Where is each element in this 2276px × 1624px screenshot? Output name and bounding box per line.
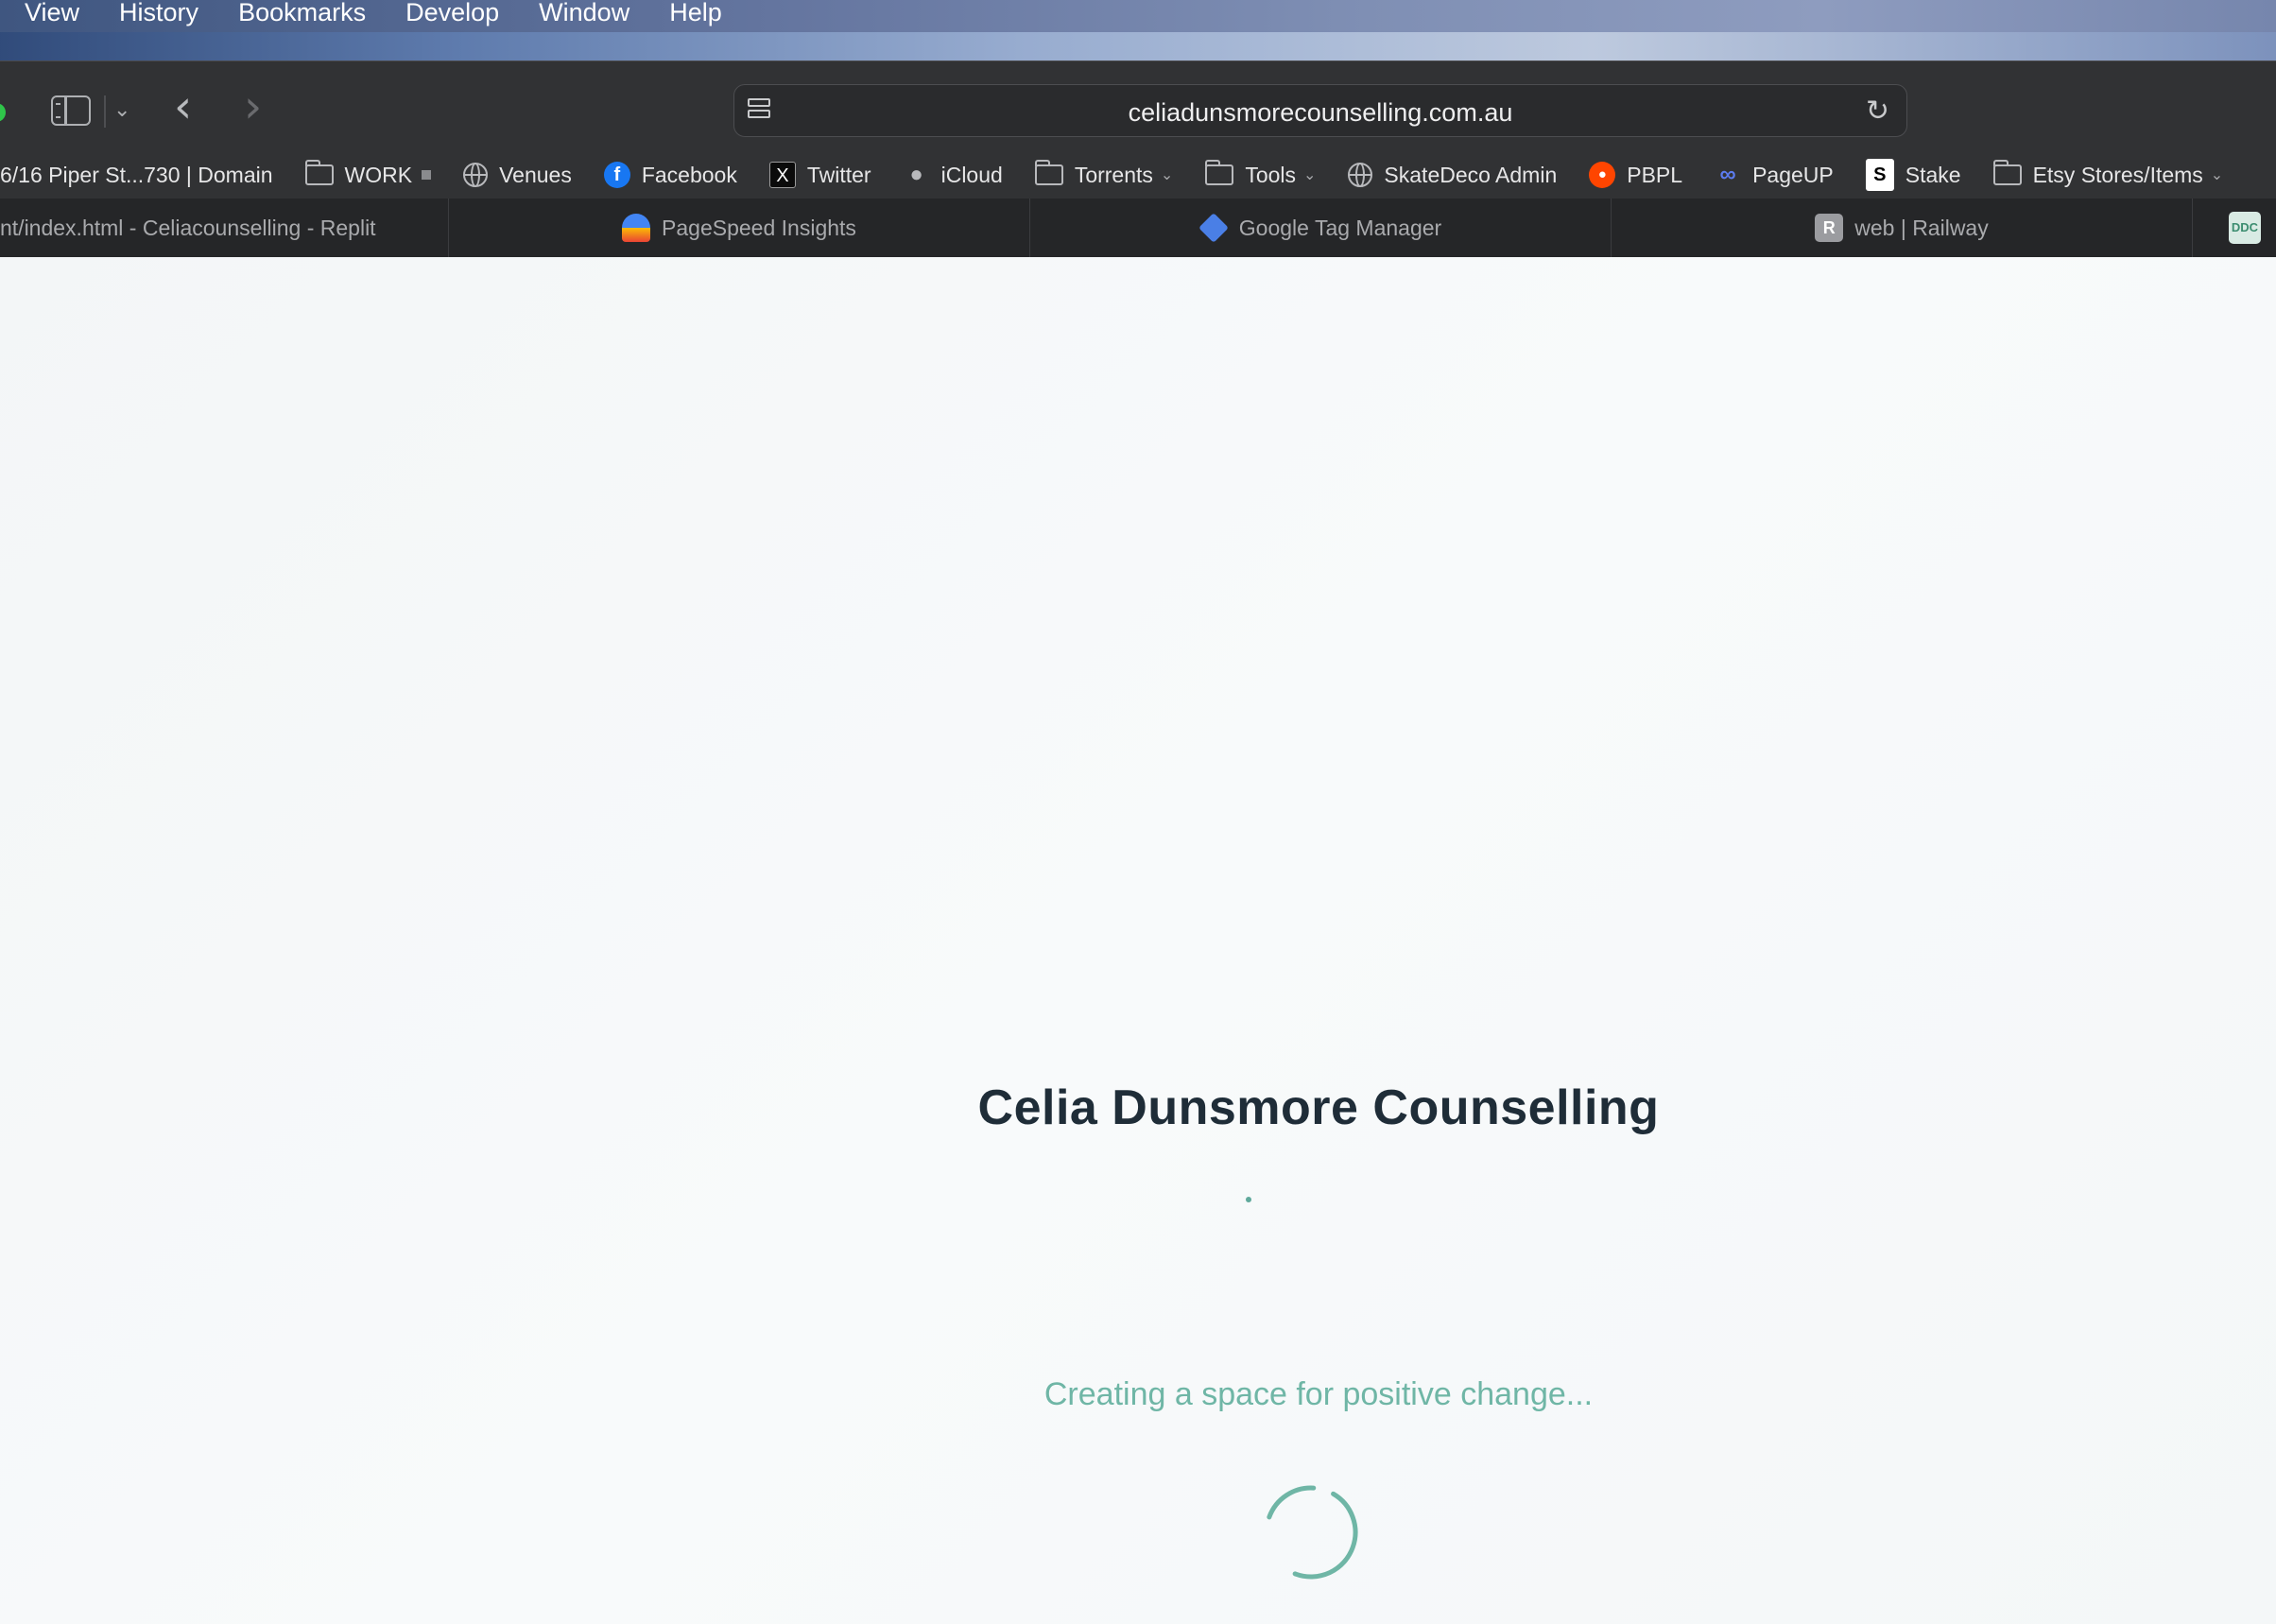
forward-button[interactable]: › bbox=[244, 84, 262, 130]
menu-help[interactable]: Help bbox=[669, 0, 722, 28]
globe-icon bbox=[463, 163, 489, 187]
tab-label: web | Railway bbox=[1854, 215, 1989, 240]
address-bar[interactable]: celiadunsmorecounselling.com.au ↻ bbox=[733, 84, 1907, 137]
link-icon: ∞ bbox=[1719, 162, 1736, 187]
loading-tagline: Creating a space for positive change... bbox=[1043, 1376, 1594, 1412]
bookmark-folder-torrents[interactable]: Torrents ⌄ bbox=[1034, 160, 1174, 188]
stake-icon: S bbox=[1865, 159, 1894, 191]
loading-dot bbox=[1246, 1197, 1251, 1202]
page-content: Celia Dunsmore Counselling Creating a sp… bbox=[0, 257, 2276, 1624]
x-icon: X bbox=[768, 162, 796, 188]
bookmark-pageup[interactable]: ∞ PageUP bbox=[1715, 162, 1834, 188]
desktop-wallpaper bbox=[0, 32, 2276, 60]
tab-label: nt/index.html - Celiacounselling - Repli… bbox=[0, 215, 376, 240]
folder-icon bbox=[1992, 160, 2022, 185]
bookmark-folder-tools[interactable]: Tools ⌄ bbox=[1205, 160, 1317, 188]
tab-replit[interactable]: nt/index.html - Celiacounselling - Repli… bbox=[0, 199, 449, 257]
tab-bar: nt/index.html - Celiacounselling - Repli… bbox=[0, 199, 2276, 257]
bookmark-facebook[interactable]: f Facebook bbox=[603, 162, 737, 188]
menu-history[interactable]: History bbox=[119, 0, 198, 28]
pagespeed-icon bbox=[622, 214, 651, 242]
folder-indicator-icon bbox=[422, 170, 432, 180]
bookmark-label: Tools bbox=[1245, 162, 1297, 187]
tab-pagespeed-insights[interactable]: PageSpeed Insights bbox=[449, 199, 1030, 257]
bookmark-label: WORK bbox=[344, 162, 413, 187]
sidebar-toggle-icon[interactable] bbox=[51, 95, 91, 126]
bookmark-label: Venues bbox=[499, 162, 572, 187]
tab-active-site[interactable]: DDC bbox=[2193, 199, 2276, 257]
globe-icon bbox=[1348, 163, 1373, 187]
bookmark-twitter[interactable]: X Twitter bbox=[768, 162, 871, 188]
bookmark-label: PageUP bbox=[1752, 162, 1834, 187]
bookmark-label: Etsy Stores/Items bbox=[2032, 162, 2203, 187]
bookmark-pbpl[interactable]: ● PBPL bbox=[1589, 162, 1682, 188]
bookmark-folder-work[interactable]: WORK bbox=[304, 160, 432, 188]
facebook-icon: f bbox=[603, 162, 630, 188]
reload-icon[interactable]: ↻ bbox=[1866, 95, 1889, 128]
bookmark-stake[interactable]: S Stake bbox=[1865, 159, 1961, 191]
site-favicon-icon: DDC bbox=[2229, 212, 2261, 244]
bookmark-folder-etsy[interactable]: Etsy Stores/Items ⌄ bbox=[1992, 160, 2224, 188]
folder-icon bbox=[1205, 160, 1234, 185]
bookmark-label: Stake bbox=[1905, 162, 1961, 187]
page-title: Celia Dunsmore Counselling bbox=[977, 1080, 1660, 1135]
tab-label: PageSpeed Insights bbox=[662, 215, 856, 240]
folder-icon bbox=[304, 160, 334, 185]
bookmark-label: SkateDeco Admin bbox=[1384, 162, 1558, 187]
menu-items: View History Bookmarks Develop Window He… bbox=[25, 0, 722, 28]
chevron-down-icon: ⌄ bbox=[1303, 167, 1317, 183]
bookmark-icloud[interactable]: ● iCloud bbox=[904, 162, 1003, 188]
tab-label: Google Tag Manager bbox=[1238, 215, 1442, 240]
bookmarks-bar: 6/16 Piper St...730 | Domain WORK Venues… bbox=[0, 151, 2276, 199]
chevron-down-icon: ⌄ bbox=[1160, 167, 1174, 183]
bookmark-skatedeco-admin[interactable]: SkateDeco Admin bbox=[1348, 163, 1557, 188]
chevron-down-icon[interactable]: ⌄ bbox=[113, 97, 130, 122]
menu-bookmarks[interactable]: Bookmarks bbox=[238, 0, 366, 28]
menu-bar: View History Bookmarks Develop Window He… bbox=[0, 0, 2276, 60]
apple-icon: ● bbox=[909, 162, 923, 187]
bookmark-label: PBPL bbox=[1627, 162, 1683, 187]
tab-railway[interactable]: R web | Railway bbox=[1612, 199, 2193, 257]
menu-view[interactable]: View bbox=[25, 0, 79, 28]
reddit-icon: ● bbox=[1589, 162, 1616, 188]
chevron-down-icon: ⌄ bbox=[2210, 167, 2224, 183]
bookmark-label: 6/16 Piper St...730 | Domain bbox=[0, 162, 273, 187]
zoom-window-button[interactable] bbox=[0, 103, 6, 122]
bookmark-venues[interactable]: Venues bbox=[463, 163, 572, 188]
menu-develop[interactable]: Develop bbox=[405, 0, 499, 28]
toolbar-divider bbox=[104, 95, 106, 128]
bookmark-domain[interactable]: 6/16 Piper St...730 | Domain bbox=[0, 163, 273, 188]
folder-icon bbox=[1034, 160, 1063, 185]
browser-toolbar: ⌄ ‹ › celiadunsmorecounselling.com.au ↻ bbox=[0, 60, 2276, 164]
loading-spinner-icon bbox=[1264, 1485, 1358, 1580]
bookmark-label: Torrents bbox=[1074, 162, 1153, 187]
back-button[interactable]: ‹ bbox=[174, 84, 192, 130]
railway-icon: R bbox=[1815, 214, 1844, 242]
menu-window[interactable]: Window bbox=[539, 0, 629, 28]
tab-google-tag-manager[interactable]: Google Tag Manager bbox=[1030, 199, 1612, 257]
bookmark-label: iCloud bbox=[940, 162, 1003, 187]
bookmark-label: Facebook bbox=[641, 162, 737, 187]
url-text[interactable]: celiadunsmorecounselling.com.au bbox=[734, 98, 1906, 128]
bookmark-label: Twitter bbox=[806, 162, 871, 187]
tag-manager-icon bbox=[1198, 213, 1229, 243]
